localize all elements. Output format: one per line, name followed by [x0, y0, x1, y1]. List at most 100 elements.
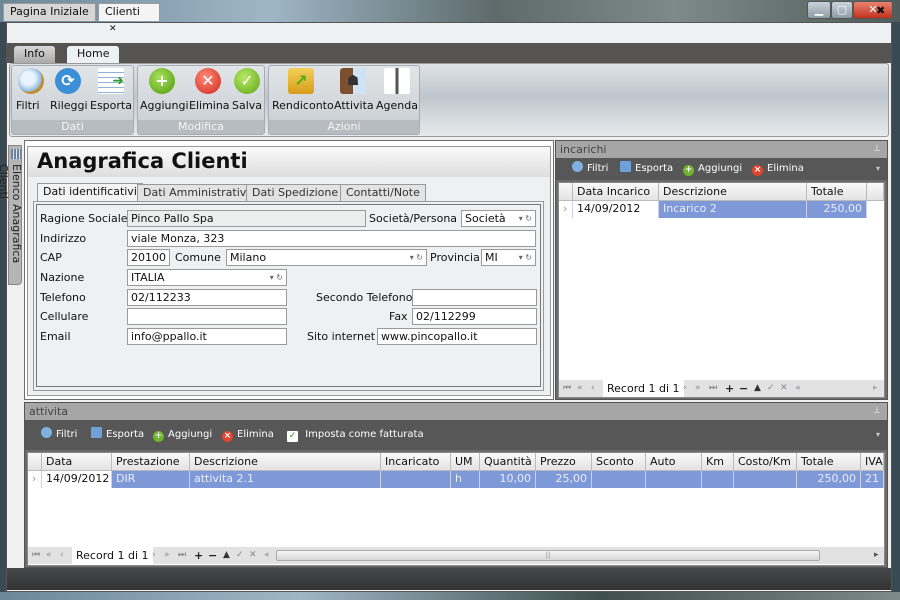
column-header[interactable]: UM: [451, 453, 480, 471]
cancel-button[interactable]: ✕: [780, 380, 788, 397]
comune-select[interactable]: Milano ▾ ↻: [226, 249, 427, 266]
cell[interactable]: 250,00: [807, 201, 867, 218]
esporta-button[interactable]: ➜ Esporta: [90, 68, 132, 112]
cell[interactable]: Incarico 2: [659, 201, 807, 218]
sito-internet-field[interactable]: www.pincopallo.it: [377, 328, 537, 345]
imposta-fatturata-button[interactable]: ✓ Imposta come fatturata: [287, 420, 424, 450]
column-header[interactable]: Quantità: [480, 453, 536, 471]
agenda-button[interactable]: .Agenda: [376, 68, 418, 112]
scroll-left-icon[interactable]: ◂: [264, 547, 269, 564]
prev-record-button[interactable]: ‹: [591, 380, 595, 397]
cell[interactable]: [702, 471, 734, 488]
remove-record-button[interactable]: −: [208, 547, 217, 564]
next-record-button[interactable]: ›: [152, 547, 156, 564]
add-record-button[interactable]: +: [194, 547, 203, 564]
cell[interactable]: [592, 471, 646, 488]
scroll-right-icon[interactable]: ▸: [873, 380, 878, 397]
tab-pagina-iniziale[interactable]: Pagina Iniziale: [3, 3, 96, 21]
column-header[interactable]: Descrizione: [190, 453, 381, 471]
cell[interactable]: 10,00: [480, 471, 536, 488]
tab-dati-amministrativi[interactable]: Dati Amministrativi: [137, 184, 256, 201]
column-header[interactable]: Totale: [797, 453, 861, 471]
secondo-telefono-field[interactable]: [412, 289, 537, 306]
incarichi-elimina-button[interactable]: × Elimina: [752, 158, 804, 180]
next-record-button[interactable]: ›: [683, 380, 687, 397]
cell[interactable]: 14/09/2012: [42, 471, 112, 488]
pin-icon[interactable]: ⊥: [873, 403, 881, 420]
column-header[interactable]: Prestazione: [112, 453, 190, 471]
rileggi-button[interactable]: ⟳ Rileggi: [50, 68, 88, 112]
toolbar-overflow-icon[interactable]: ▾: [876, 158, 880, 180]
cap-field[interactable]: 20100: [127, 249, 170, 266]
cell[interactable]: h: [451, 471, 480, 488]
last-record-button[interactable]: ⏭: [709, 380, 717, 397]
column-header[interactable]: Data: [42, 453, 112, 471]
edit-record-button[interactable]: ▲: [754, 380, 761, 397]
cell[interactable]: 21 -: [861, 471, 884, 488]
cell[interactable]: [381, 471, 451, 488]
toolbar-overflow-icon[interactable]: ▾: [876, 420, 880, 450]
cell[interactable]: attivita 2.1: [190, 471, 381, 488]
column-header[interactable]: Data Incarico: [573, 183, 659, 201]
first-record-button[interactable]: ⏮: [563, 380, 571, 397]
cell[interactable]: [646, 471, 702, 488]
column-header[interactable]: Km: [702, 453, 734, 471]
attivita-elimina-button[interactable]: × Elimina: [222, 420, 274, 450]
confirm-button[interactable]: ✓: [236, 547, 244, 564]
edit-record-button[interactable]: ▲: [223, 547, 230, 564]
tab-contatti-note[interactable]: Contatti/Note: [340, 184, 426, 201]
close-window-button[interactable]: ✕: [853, 1, 893, 19]
column-header[interactable]: Incaricato: [381, 453, 451, 471]
scroll-right-icon[interactable]: ▸: [874, 547, 879, 564]
ragione-sociale-field[interactable]: Pinco Pallo Spa: [127, 210, 366, 227]
close-tab-icon[interactable]: ✕: [109, 24, 117, 34]
scroll-left-icon[interactable]: ◂: [795, 380, 800, 397]
horizontal-scrollbar-thumb[interactable]: ||: [276, 550, 820, 561]
societa-persona-select[interactable]: Società ▾ ↻: [461, 210, 536, 227]
fax-field[interactable]: 02/112299: [412, 308, 537, 325]
cellulare-field[interactable]: [127, 308, 287, 325]
cell[interactable]: [734, 471, 797, 488]
cell[interactable]: DIR: [112, 471, 190, 488]
first-record-button[interactable]: ⏮: [32, 547, 40, 564]
prev-page-button[interactable]: «: [577, 380, 583, 397]
email-field[interactable]: info@ppallo.it: [127, 328, 287, 345]
incarichi-filtri-button[interactable]: Filtri: [572, 158, 608, 180]
attivita-aggiungi-button[interactable]: + Aggiungi: [153, 420, 212, 450]
next-page-button[interactable]: »: [695, 380, 701, 397]
salva-button[interactable]: ✓ Salva: [232, 68, 262, 112]
telefono-field[interactable]: 02/112233: [127, 289, 287, 306]
tab-clienti[interactable]: Clienti ✕: [98, 3, 160, 34]
column-header[interactable]: Costo/Km: [734, 453, 797, 471]
incarichi-aggiungi-button[interactable]: + Aggiungi: [683, 158, 742, 180]
cell[interactable]: 14/09/2012: [573, 201, 659, 218]
column-header[interactable]: IVA: [861, 453, 884, 471]
sidebar-tab-elenco-clienti[interactable]: Elenco Anagrafica Clienti: [0, 145, 23, 285]
provincia-select[interactable]: MI ▾ ↻: [481, 249, 536, 266]
pin-icon[interactable]: ⊥: [873, 141, 881, 158]
elimina-button[interactable]: ✕ Elimina: [189, 68, 230, 112]
cell[interactable]: 250,00: [797, 471, 861, 488]
rendiconto-button[interactable]: ↗ Rendiconto: [272, 68, 334, 112]
column-header[interactable]: Descrizione: [659, 183, 807, 201]
incarichi-esporta-button[interactable]: Esporta: [620, 158, 673, 180]
aggiungi-button[interactable]: + Aggiungi: [140, 68, 189, 112]
indirizzo-field[interactable]: viale Monza, 323: [127, 230, 536, 247]
filtri-button[interactable]: .Filtri: [16, 68, 46, 112]
attivita-filtri-button[interactable]: Filtri: [41, 420, 77, 450]
cell[interactable]: 25,00: [536, 471, 592, 488]
tab-dati-spedizione[interactable]: Dati Spedizione: [246, 184, 345, 201]
column-header[interactable]: Totale: [807, 183, 867, 201]
cancel-button[interactable]: ✕: [249, 547, 257, 564]
close-document-icon[interactable]: ✖: [876, 4, 885, 17]
attivita-button[interactable]: ☗ Attivita: [334, 68, 374, 112]
column-header[interactable]: Prezzo: [536, 453, 592, 471]
next-page-button[interactable]: »: [164, 547, 170, 564]
maximize-button[interactable]: ▢: [831, 1, 853, 19]
remove-record-button[interactable]: −: [739, 380, 748, 397]
ribbon-tab-home[interactable]: Home: [67, 46, 120, 63]
tab-dati-identificativi[interactable]: Dati identificativi: [37, 183, 143, 202]
add-record-button[interactable]: +: [725, 380, 734, 397]
confirm-button[interactable]: ✓: [767, 380, 775, 397]
attivita-esporta-button[interactable]: Esporta: [91, 420, 144, 450]
